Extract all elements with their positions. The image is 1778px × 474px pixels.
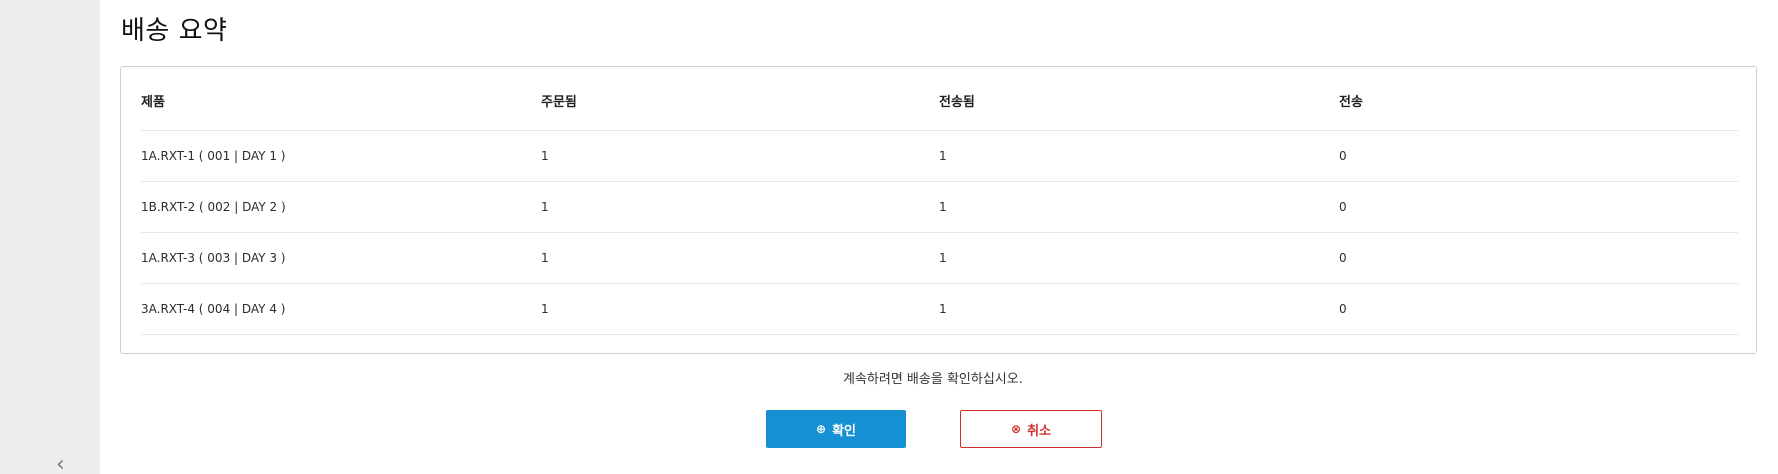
cell-sent: 1 [939,251,947,265]
shipment-table: 제품 주문됨 전송됨 전송 1A.RXT-1 ( 001 | DAY 1 ) 1… [141,67,1738,335]
header-send: 전송 [1339,95,1363,110]
cell-sent: 1 [939,149,947,163]
cell-send: 0 [1339,251,1347,265]
cell-ordered: 1 [541,302,549,316]
cell-sent: 1 [939,200,947,214]
cell-product: 1B.RXT-2 ( 002 | DAY 2 ) [141,200,286,214]
table-row: 3A.RXT-4 ( 004 | DAY 4 ) 1 1 0 [141,284,1738,335]
page-title: 배송 요약 [121,16,228,46]
cancel-button[interactable]: ⊗ 취소 [960,410,1102,448]
plus-circle-icon: ⊕ [816,422,827,436]
confirm-button-label: 확인 [832,423,856,439]
header-product: 제품 [141,95,165,110]
cell-ordered: 1 [541,149,549,163]
cell-ordered: 1 [541,200,549,214]
cell-send: 0 [1339,149,1347,163]
cell-product: 1A.RXT-3 ( 003 | DAY 3 ) [141,251,286,265]
left-rail [0,0,100,474]
cell-ordered: 1 [541,251,549,265]
table-row: 1B.RXT-2 ( 002 | DAY 2 ) 1 1 0 [141,182,1738,233]
cancel-circle-icon: ⊗ [1011,422,1022,436]
table-header-row: 제품 주문됨 전송됨 전송 [141,67,1738,131]
cell-send: 0 [1339,200,1347,214]
confirm-instruction-text: 계속하려면 배송을 확인하십시오. [843,372,1023,387]
header-ordered: 주문됨 [541,95,577,110]
shipment-summary-panel: 제품 주문됨 전송됨 전송 1A.RXT-1 ( 001 | DAY 1 ) 1… [120,66,1757,354]
cell-sent: 1 [939,302,947,316]
header-sent: 전송됨 [939,95,975,110]
table-row: 1A.RXT-3 ( 003 | DAY 3 ) 1 1 0 [141,233,1738,284]
table-row: 1A.RXT-1 ( 001 | DAY 1 ) 1 1 0 [141,131,1738,182]
cell-product: 1A.RXT-1 ( 001 | DAY 1 ) [141,149,286,163]
cell-send: 0 [1339,302,1347,316]
confirm-button[interactable]: ⊕ 확인 [766,410,906,448]
collapse-sidebar-icon[interactable]: ‹ [56,454,76,474]
cancel-button-label: 취소 [1027,423,1051,439]
cell-product: 3A.RXT-4 ( 004 | DAY 4 ) [141,302,286,316]
